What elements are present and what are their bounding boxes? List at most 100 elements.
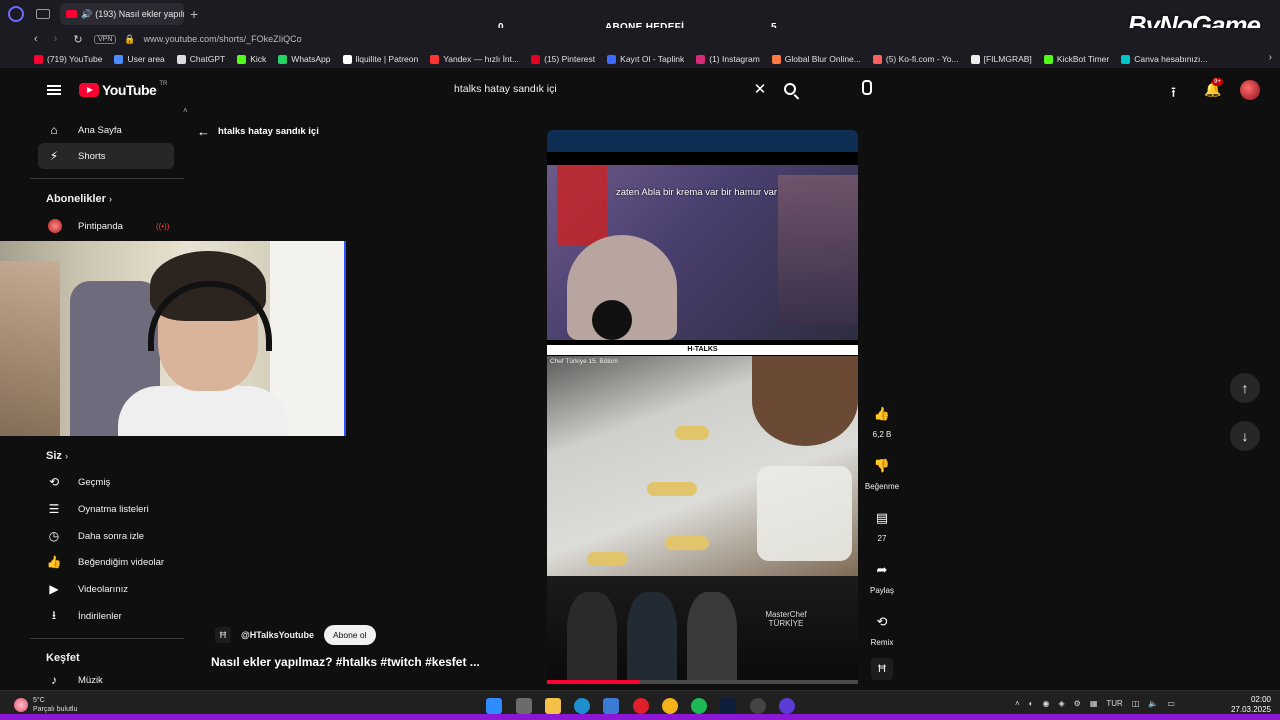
tray-app-icon[interactable]: ◉ — [1043, 699, 1050, 708]
bookmark-item[interactable]: ChatGPT — [176, 54, 225, 64]
edge-icon[interactable] — [574, 698, 590, 714]
sidebar-item-watch-later[interactable]: ◷ Daha sonra izle — [38, 523, 174, 549]
shorts-video-player[interactable]: zaten Abla bir krema var bir hamur var H… — [547, 130, 858, 684]
notification-badge: 9+ — [1212, 78, 1223, 86]
reload-icon[interactable]: ↻ — [73, 33, 82, 46]
lock-icon[interactable]: 🔒 — [124, 34, 135, 45]
voice-search-icon[interactable] — [858, 80, 876, 100]
sidebar-item-shorts[interactable]: ⚡ Shorts — [38, 143, 174, 169]
bookmark-favicon-icon — [1043, 54, 1053, 64]
like-count: 6,2 B — [872, 430, 892, 439]
sidebar-item-liked-videos[interactable]: 👍 Beğendiğim videolar — [38, 549, 174, 575]
tray-app-icon[interactable]: ◐ — [1029, 699, 1034, 708]
tray-app-icon[interactable]: ▦ — [1090, 699, 1098, 708]
arrow-left-icon[interactable]: ← — [197, 124, 210, 139]
channel-thumb-button[interactable]: Ħ — [862, 658, 902, 680]
bookmark-item[interactable]: WhatsApp — [278, 54, 331, 64]
comments-button[interactable]: ▤ 27 — [862, 504, 902, 543]
photoshop-icon[interactable] — [720, 698, 736, 714]
previous-short-button[interactable]: ↑ — [1230, 373, 1260, 403]
sidebar-scroll-up-icon[interactable]: ˄ — [183, 106, 188, 115]
search-input[interactable]: htalks hatay sandık içi — [443, 83, 747, 95]
sidebar-item-home[interactable]: ⌂ Ana Sayfa — [38, 117, 174, 143]
account-avatar[interactable] — [1240, 80, 1260, 100]
sidebar-item-playlists[interactable]: ☰ Oynatma listeleri — [38, 496, 174, 522]
obs-icon[interactable] — [750, 698, 766, 714]
sidebar-item-downloads[interactable]: ⭳ İndirilenler — [38, 603, 174, 629]
bookmark-item[interactable]: User area — [114, 54, 165, 64]
bookmark-item[interactable]: (1) Instagram — [696, 54, 760, 64]
start-icon[interactable] — [486, 698, 502, 714]
you-heading[interactable]: Siz › — [46, 450, 68, 462]
subscriptions-heading-label: Abonelikler — [46, 193, 106, 205]
shorts-back-row[interactable]: ← htalks hatay sandık içi — [197, 124, 319, 139]
thumb-down-icon: 👎 — [873, 458, 891, 473]
sidebar-item-pintipanda[interactable]: Pintipanda ((•)) — [38, 213, 174, 239]
remix-button[interactable]: ⟲ Remix — [862, 608, 902, 647]
sidebar-item-your-videos[interactable]: ▶ Videolarınız — [38, 576, 174, 602]
nav-buttons: ‹ › ↻ — [34, 33, 94, 46]
chrome-icon[interactable] — [662, 698, 678, 714]
video-judge — [687, 592, 737, 684]
spotify-icon[interactable] — [691, 698, 707, 714]
sidebar-divider — [30, 638, 184, 639]
app-icon[interactable] — [603, 698, 619, 714]
volume-icon[interactable]: 🔈 — [1148, 699, 1158, 708]
next-short-button[interactable]: ↓ — [1230, 421, 1260, 451]
channel-avatar[interactable]: Ħ — [215, 627, 231, 643]
forward-icon[interactable]: › — [54, 33, 58, 46]
clock[interactable]: 02:00 27.03.2025 — [1215, 695, 1271, 715]
file-explorer-icon[interactable] — [545, 698, 561, 714]
bookmark-item[interactable]: Kick — [237, 54, 266, 64]
keyboard-language[interactable]: TUR — [1106, 699, 1122, 708]
browser-tab-active[interactable]: 🔊 (193) Nasıl ekler yapılm — [60, 3, 184, 25]
menu-icon[interactable] — [47, 85, 61, 95]
bookmark-item[interactable]: llquilite | Patreon — [342, 54, 418, 64]
speaker-icon[interactable]: 🔊 — [81, 9, 92, 20]
notifications-button[interactable]: 🔔 9+ — [1204, 78, 1223, 98]
video-progress-bar[interactable] — [547, 680, 858, 684]
sidebar-item-label: Videolarınız — [78, 583, 128, 595]
bookmark-item[interactable]: (5) Ko-fi.com - Yo... — [872, 54, 959, 64]
like-button[interactable]: 👍 6,2 B — [862, 400, 902, 439]
network-icon[interactable]: ◫ — [1132, 699, 1140, 708]
opera-icon[interactable] — [633, 698, 649, 714]
bookmark-item[interactable]: Global Blur Online... — [771, 54, 861, 64]
bookmark-item[interactable]: Kayıt Ol - Taplink — [607, 54, 684, 64]
channel-handle[interactable]: @HTalksYoutube — [241, 630, 314, 640]
channel-logo-icon: Ħ — [871, 658, 893, 680]
video-title[interactable]: Nasıl ekler yapılmaz? #htalks #twitch #k… — [211, 655, 480, 669]
weather-widget[interactable]: 5°C Parçalı bulutlu — [14, 696, 77, 714]
bookmark-item[interactable]: Canva hesabınızı... — [1121, 54, 1208, 64]
bookmarks-more-icon[interactable]: › — [1269, 52, 1272, 63]
opera-gx-icon[interactable] — [779, 698, 795, 714]
bookmark-item[interactable]: KickBot Timer — [1043, 54, 1109, 64]
video-flour-jar — [757, 466, 852, 561]
tab-overview-icon[interactable] — [36, 9, 50, 19]
url-field[interactable]: www.youtube.com/shorts/_FOkeZIiQCo — [144, 34, 302, 44]
bookmark-item[interactable]: (719) YouTube — [34, 54, 102, 64]
tray-app-icon[interactable]: ⚙ — [1074, 699, 1081, 708]
share-button[interactable]: ➦ Paylaş — [862, 556, 902, 595]
bookmark-item[interactable]: [FILMGRAB] — [970, 54, 1032, 64]
new-tab-button[interactable]: + — [190, 6, 198, 22]
bookmark-item[interactable]: Yandex — hızlı İnt... — [430, 54, 519, 64]
youtube-logo[interactable]: YouTube TR — [79, 81, 167, 98]
subscriptions-heading[interactable]: Abonelikler › — [46, 193, 112, 205]
vpn-badge[interactable]: VPN — [94, 34, 117, 44]
task-view-icon[interactable] — [516, 698, 532, 714]
remix-label: Remix — [870, 638, 894, 647]
upload-icon[interactable]: ⭱ — [1171, 82, 1176, 106]
bookmark-item[interactable]: (15) Pinterest — [531, 54, 595, 64]
tray-app-icon[interactable]: ◈ — [1059, 699, 1065, 708]
search-button[interactable] — [773, 75, 807, 103]
bookmark-label: WhatsApp — [291, 54, 331, 64]
sidebar-item-history[interactable]: ⟲ Geçmiş — [38, 469, 174, 495]
tray-expand-icon[interactable]: ˄ — [1015, 699, 1020, 708]
clear-search-icon[interactable]: ✕ — [747, 80, 773, 98]
subscribe-button[interactable]: Abone ol — [323, 625, 376, 645]
battery-icon[interactable]: ▭ — [1167, 699, 1175, 708]
browser-logo-icon[interactable] — [8, 6, 24, 22]
back-icon[interactable]: ‹ — [34, 33, 38, 46]
dislike-button[interactable]: 👎 Beğenme — [862, 452, 902, 491]
